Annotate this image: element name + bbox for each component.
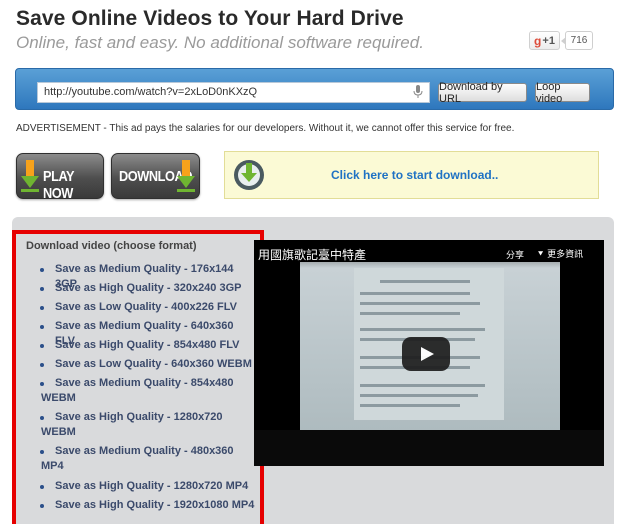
download-by-url-button[interactable]: Download by URL [438,81,527,105]
download-button[interactable]: DOWNLOAD [111,153,200,199]
format-link[interactable]: Save as High Quality - 854x480 FLV [26,338,256,353]
format-item[interactable]: Save as High Quality - 1280x720 MP4 [26,479,256,494]
format-item[interactable]: Save as High Quality - 854x480 FLV [26,338,256,353]
page-subtitle: Online, fast and easy. No additional sof… [16,33,424,52]
format-item[interactable]: Save as High Quality - 1280x720 WEBM [26,410,256,440]
video-more-info-button[interactable]: ⯆ 更多資訊 [537,247,583,260]
start-download-banner[interactable]: Click here to start download.. [224,151,599,199]
format-item[interactable]: Save as Low Quality - 640x360 WEBM [26,357,256,372]
format-item[interactable]: Save as High Quality - 1920x1080 MP4 [26,498,256,513]
video-player[interactable]: 用國旗歌記臺中特產 分享 ⯆ 更多資訊 [254,240,604,466]
format-link[interactable]: Save as Low Quality - 400x226 FLV [26,300,256,315]
url-input[interactable]: http://youtube.com/watch?v=2xLoD0nKXzQ [37,82,430,103]
microphone-icon[interactable] [413,85,423,100]
format-link[interactable]: Save as High Quality - 320x240 3GP [26,281,256,296]
video-title[interactable]: 用國旗歌記臺中特產 [258,246,366,263]
chevron-down-icon: ⯆ [537,250,548,260]
google-plus-button[interactable]: g +1 [529,31,560,50]
loop-video-button[interactable]: Loop video [535,81,590,105]
advertisement-notice: ADVERTISEMENT - This ad pays the salarie… [16,123,515,134]
format-item[interactable]: Save as Low Quality - 400x226 FLV [26,300,256,315]
google-plus-icon: g [534,33,542,48]
format-item[interactable]: Save as Medium Quality - 854x480 WEBM [26,376,256,406]
play-icon[interactable] [402,337,450,371]
format-link[interactable]: Save as High Quality - 1920x1080 MP4 [26,498,256,513]
start-download-link[interactable]: Click here to start download.. [331,168,498,182]
download-list-heading: Download video (choose format) [26,240,197,252]
format-link[interactable]: Save as Low Quality - 640x360 WEBM [26,357,256,372]
google-plus-count: 716 [561,31,593,50]
page-title: Save Online Videos to Your Hard Drive [16,7,404,30]
format-link[interactable]: Save as Medium Quality - 854x480 WEBM [26,376,256,406]
format-link[interactable]: Save as High Quality - 1280x720 WEBM [26,410,256,440]
download-arrow-icon [177,160,195,192]
video-floor [254,430,604,466]
format-link[interactable]: Save as Medium Quality - 480x360 MP4 [26,444,256,474]
format-item[interactable]: Save as High Quality - 320x240 3GP [26,281,256,296]
play-now-label: PLAY NOW [43,168,74,199]
play-now-button[interactable]: PLAY NOW [16,153,104,199]
format-item[interactable]: Save as Medium Quality - 480x360 MP4 [26,444,256,474]
format-link[interactable]: Save as High Quality - 1280x720 MP4 [26,479,256,494]
google-plus-label: +1 [542,34,555,47]
download-arrow-icon [21,160,39,192]
video-share-button[interactable]: 分享 [506,248,524,261]
download-circle-icon [234,160,264,190]
